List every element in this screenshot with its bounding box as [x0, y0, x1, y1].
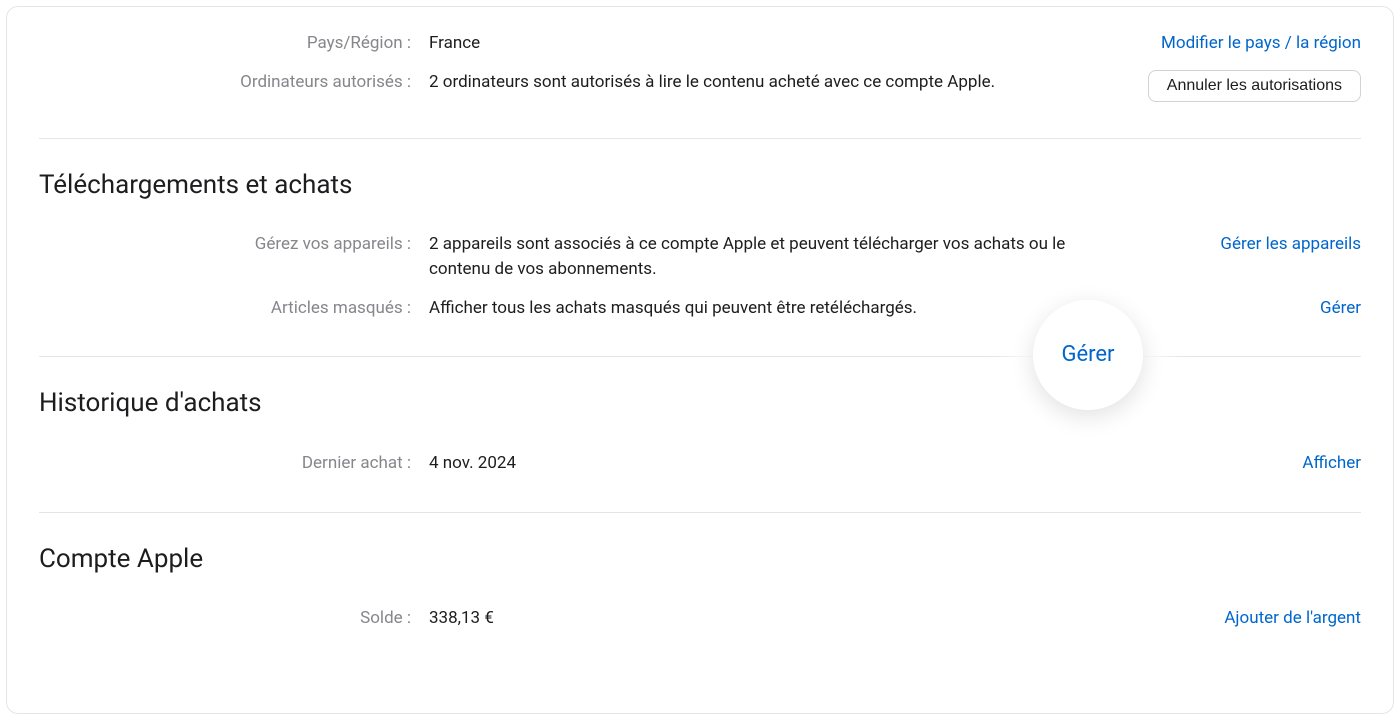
hidden-label: Articles masqués :: [39, 296, 429, 321]
view-history-link[interactable]: Afficher: [1302, 451, 1361, 476]
balance-row: Solde : 338,13 € Ajouter de l'argent: [39, 606, 1361, 631]
history-section-title: Historique d'achats: [39, 385, 1361, 423]
country-value: France: [429, 31, 1101, 56]
divider: [39, 138, 1361, 139]
hidden-value: Afficher tous les achats masqués qui peu…: [429, 296, 1101, 321]
country-region-row: Pays/Région : France Modifier le pays / …: [39, 31, 1361, 56]
hidden-items-row: Articles masqués : Afficher tous les ach…: [39, 296, 1361, 321]
callout-text: Gérer: [1061, 339, 1114, 371]
apple-account-section-title: Compte Apple: [39, 541, 1361, 579]
devices-label: Gérez vos appareils :: [39, 232, 429, 257]
balance-label: Solde :: [39, 606, 429, 631]
manage-devices-row: Gérez vos appareils : 2 appareils sont a…: [39, 232, 1361, 281]
balance-value: 338,13 €: [429, 606, 1101, 631]
last-purchase-value: 4 nov. 2024: [429, 451, 1101, 476]
divider: [39, 356, 1361, 357]
manage-hidden-link[interactable]: Gérer: [1320, 296, 1361, 321]
add-funds-link[interactable]: Ajouter de l'argent: [1224, 606, 1361, 631]
account-settings-panel: Pays/Région : France Modifier le pays / …: [6, 6, 1394, 714]
last-purchase-label: Dernier achat :: [39, 451, 429, 476]
last-purchase-row: Dernier achat : 4 nov. 2024 Afficher: [39, 451, 1361, 476]
computers-label: Ordinateurs autorisés :: [39, 70, 429, 95]
manage-devices-link[interactable]: Gérer les appareils: [1220, 232, 1361, 257]
downloads-section-title: Téléchargements et achats: [39, 167, 1361, 205]
devices-value: 2 appareils sont associés à ce compte Ap…: [429, 232, 1101, 281]
authorized-computers-row: Ordinateurs autorisés : 2 ordinateurs so…: [39, 70, 1361, 102]
deauthorize-button[interactable]: Annuler les autorisations: [1148, 70, 1361, 102]
edit-country-link[interactable]: Modifier le pays / la région: [1161, 31, 1361, 56]
computers-value: 2 ordinateurs sont autorisés à lire le c…: [429, 70, 1101, 95]
country-label: Pays/Région :: [39, 31, 429, 56]
divider: [39, 512, 1361, 513]
